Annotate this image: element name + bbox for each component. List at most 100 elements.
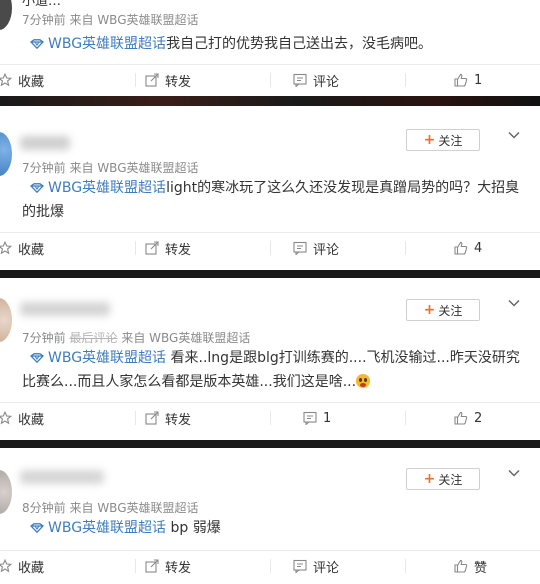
username[interactable]: 小道…	[22, 0, 61, 9]
divider	[405, 411, 406, 425]
shocked-emoji-icon	[356, 374, 371, 388]
comment-button[interactable]: 评论	[293, 233, 339, 263]
post-meta: 8分钟前 来自 WBG英雄联盟超话	[22, 499, 199, 516]
comment-label: 评论	[313, 74, 340, 90]
follow-label: 关注	[438, 133, 463, 148]
divider	[405, 73, 406, 87]
divider	[135, 559, 136, 573]
post-card: 小道… 7分钟前 来自 WBG英雄联盟超话 WBG英雄联盟超话我自己打的优势我自…	[0, 0, 540, 96]
repost-button[interactable]: 转发	[145, 65, 191, 95]
collect-label: 收藏	[18, 242, 45, 258]
comment-label: 评论	[313, 242, 340, 258]
collect-button[interactable]: 收藏	[0, 551, 44, 581]
feed-separator	[0, 440, 540, 448]
repost-icon	[145, 411, 159, 425]
plus-icon: +	[423, 302, 436, 318]
username-blurred[interactable]	[20, 470, 104, 484]
chevron-down-icon[interactable]	[507, 296, 521, 310]
repost-icon	[145, 73, 159, 87]
post-text: 的批爆	[22, 204, 64, 220]
comment-icon	[293, 73, 307, 87]
post-time[interactable]: 7分钟前	[22, 13, 66, 27]
topic-link[interactable]: WBG英雄联盟超话	[48, 520, 166, 536]
divider	[405, 241, 406, 255]
follow-label: 关注	[438, 303, 463, 318]
post-meta: 7分钟前 来自 WBG英雄联盟超话	[22, 11, 199, 28]
thumbs-up-icon	[454, 411, 468, 425]
thumbs-up-icon	[454, 241, 468, 255]
topic-link[interactable]: WBG英雄联盟超话	[48, 36, 166, 52]
like-count: 4	[474, 240, 483, 256]
post-content: WBG英雄联盟超话 看来..lng是跟blg打训练赛的....飞机没输过...昨…	[22, 346, 520, 394]
collect-button[interactable]: 收藏	[0, 65, 44, 95]
follow-button[interactable]: + 关注	[406, 299, 480, 321]
post-time[interactable]: 7分钟前	[22, 331, 66, 345]
username-blurred[interactable]	[20, 302, 110, 316]
meta-from-label: 来自	[69, 501, 94, 515]
chevron-down-icon[interactable]	[507, 128, 521, 142]
comment-button[interactable]: 评论	[293, 551, 339, 581]
topic-link[interactable]: WBG英雄联盟超话	[48, 180, 166, 196]
post-content: WBG英雄联盟超话我自己打的优势我自己送出去，没毛病吧。	[22, 32, 520, 56]
thumbs-up-icon	[454, 73, 468, 87]
divider	[270, 559, 271, 573]
repost-label: 转发	[165, 74, 192, 90]
comment-icon	[293, 559, 307, 573]
repost-button[interactable]: 转发	[145, 403, 191, 433]
feed-separator	[0, 270, 540, 278]
plus-icon: +	[423, 471, 436, 487]
repost-label: 转发	[165, 412, 192, 428]
repost-label: 转发	[165, 242, 192, 258]
post-actions: 收藏 转发 评论 1	[0, 64, 540, 94]
thumbs-up-icon	[454, 559, 468, 573]
comment-button[interactable]: 评论	[293, 65, 339, 95]
avatar[interactable]	[0, 298, 12, 342]
post-source[interactable]: WBG英雄联盟超话	[97, 501, 198, 515]
username-blurred[interactable]	[20, 136, 70, 150]
post-source[interactable]: WBG英雄联盟超话	[97, 161, 198, 175]
follow-button[interactable]: + 关注	[406, 129, 480, 151]
avatar[interactable]	[0, 0, 12, 30]
like-button[interactable]: 2	[454, 403, 482, 433]
post-source[interactable]: WBG英雄联盟超话	[149, 331, 250, 345]
avatar[interactable]	[0, 132, 12, 176]
repost-label: 转发	[165, 560, 192, 576]
collect-button[interactable]: 收藏	[0, 233, 44, 263]
follow-button[interactable]: + 关注	[406, 468, 480, 490]
comment-button[interactable]: 1	[303, 403, 331, 433]
divider	[270, 411, 271, 425]
topic-link[interactable]: WBG英雄联盟超话	[48, 350, 166, 366]
chevron-down-icon[interactable]	[507, 466, 521, 480]
divider	[270, 73, 271, 87]
like-count: 1	[474, 72, 483, 88]
like-button[interactable]: 4	[454, 233, 482, 263]
post-content: WBG英雄联盟超话light的寒冰玩了这么久还没发现是真蹭局势的吗？大招臭 的批…	[22, 176, 520, 224]
repost-button[interactable]: 转发	[145, 233, 191, 263]
post-actions: 收藏 转发 1 2	[0, 402, 540, 432]
post-time[interactable]: 7分钟前	[22, 161, 66, 175]
supertopic-icon	[30, 353, 44, 363]
like-count: 2	[474, 410, 483, 426]
like-button[interactable]: 赞	[454, 551, 487, 581]
post-time[interactable]: 8分钟前	[22, 501, 66, 515]
divider	[135, 411, 136, 425]
plus-icon: +	[423, 132, 436, 148]
comment-label: 评论	[313, 560, 340, 576]
post-source[interactable]: WBG英雄联盟超话	[97, 13, 198, 27]
post-meta: 7分钟前 来自 WBG英雄联盟超话	[22, 159, 199, 176]
star-icon	[0, 411, 12, 425]
collect-label: 收藏	[18, 74, 45, 90]
avatar[interactable]	[0, 470, 12, 514]
collect-button[interactable]: 收藏	[0, 403, 44, 433]
collect-label: 收藏	[18, 412, 45, 428]
post-text: bp 弱爆	[170, 520, 221, 536]
post-text: light的寒冰玩了这么久还没发现是真蹭局势的吗？大招臭	[166, 180, 520, 196]
repost-button[interactable]: 转发	[145, 551, 191, 581]
like-button[interactable]: 1	[454, 65, 482, 95]
supertopic-icon	[30, 39, 44, 49]
supertopic-icon	[30, 183, 44, 193]
post-actions: 收藏 转发 评论 4	[0, 232, 540, 262]
star-icon	[0, 241, 12, 255]
post-card: + 关注 7分钟前 最后评论 来自 WBG英雄联盟超话 WBG英雄联盟超话 看来.…	[0, 278, 540, 440]
comment-icon	[293, 241, 307, 255]
